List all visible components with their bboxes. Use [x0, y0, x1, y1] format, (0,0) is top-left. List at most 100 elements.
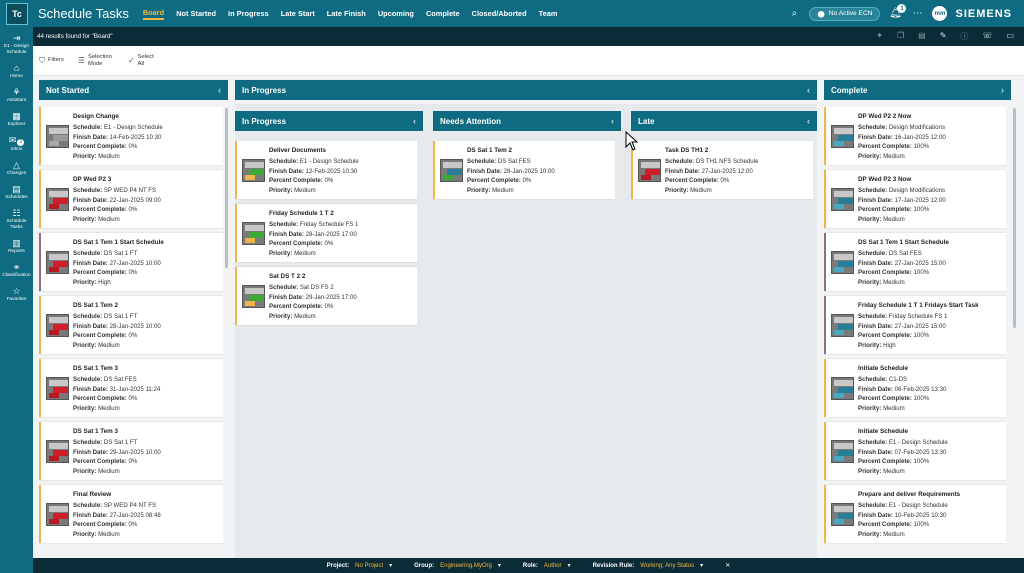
- sidebar-item-explorer[interactable]: ▦ Explorer: [0, 111, 33, 128]
- nav-tab-late-finish[interactable]: Late Finish: [327, 9, 366, 18]
- role-dropdown[interactable]: Author: [544, 563, 562, 569]
- sidebar-item-schedules[interactable]: ▤ Schedules: [0, 184, 33, 201]
- sidebar-item-label: Schedule Tasks: [6, 218, 27, 230]
- column-header-needs-attention[interactable]: Needs Attention ‹: [433, 111, 621, 131]
- task-card[interactable]: DS Sat 1 Tem 1 Start Schedule Schedule: D…: [824, 233, 1006, 291]
- nav-tab-not-started[interactable]: Not Started: [176, 9, 216, 18]
- nav-tab-board[interactable]: Board: [142, 8, 165, 20]
- task-title: DS Sat 1 Tem 3: [73, 365, 119, 372]
- collapse-chevron-left-icon[interactable]: ‹: [807, 85, 810, 95]
- task-card[interactable]: Friday Schedule 1 T 2 Schedule: Friday Sc…: [235, 204, 417, 262]
- task-card[interactable]: Initiate Schedule Schedule: C1-DS Finish D…: [824, 359, 1006, 417]
- task-card[interactable]: DP Wed P2 3 Now Schedule: Design Modifica…: [824, 170, 1006, 228]
- nav-tab-team[interactable]: Team: [539, 9, 558, 18]
- column-header-in-progress[interactable]: In Progress ‹: [235, 111, 423, 131]
- more-options-icon[interactable]: ⋯: [910, 8, 924, 19]
- task-thumbnail-icon: [46, 314, 69, 337]
- task-card[interactable]: Sat DS T 2 2 Schedule: Sat DS FS 2 Finish …: [235, 267, 417, 325]
- task-card[interactable]: DS Sat 1 Tem 2 Schedule: DS Sat FES Finish…: [433, 141, 615, 199]
- ecn-selector[interactable]: ⬤ No Active ECN: [809, 6, 881, 21]
- task-finish-date: Finish Date: 22-Jan-2025 09:00: [73, 196, 219, 206]
- sidebar-item-inbox[interactable]: ✉ 3 Inbox: [0, 135, 33, 153]
- task-finish-date-label: Finish Date:: [73, 448, 108, 456]
- task-card[interactable]: DS Sat 1 Tem 3 Schedule: DS Sat 1 FT Finis…: [39, 422, 223, 480]
- scrollbar-thumb[interactable]: [1013, 108, 1016, 328]
- app-logo[interactable]: Tc: [6, 2, 28, 25]
- task-card[interactable]: DP Wed P2 3 Schedule: SP WED P4 NT FS Fini…: [39, 170, 223, 228]
- task-schedule-label: Schedule:: [467, 158, 497, 165]
- app-title: Schedule Tasks: [38, 6, 129, 21]
- task-title: Friday Schedule 1 T 2: [269, 210, 334, 217]
- task-card[interactable]: Friday Schedule 1 T 1 Fridays Start Task…: [824, 296, 1006, 354]
- collapse-chevron-left-icon[interactable]: ‹: [218, 85, 221, 95]
- column-header-not-started[interactable]: Not Started ‹: [39, 80, 228, 100]
- task-priority-label: Priority:: [269, 249, 293, 257]
- sidebar-item-classification[interactable]: ⚭ Classification: [0, 262, 33, 279]
- task-card[interactable]: Prepare and deliver Requirements Schedule…: [824, 485, 1006, 543]
- selection-mode-button[interactable]: ☰ Selection Mode: [78, 54, 114, 67]
- filters-button[interactable]: ⛉ Filters: [39, 56, 64, 66]
- paste-icon[interactable]: ▤: [918, 31, 926, 42]
- nav-tab-closed-aborted[interactable]: Closed/Aborted: [472, 9, 527, 18]
- task-card[interactable]: Final Review Schedule: SP WED P4 NT FS Fin…: [39, 485, 223, 543]
- panel-toggle-icon[interactable]: ▭: [1006, 31, 1014, 42]
- task-thumbnail-icon: [831, 188, 854, 211]
- task-card[interactable]: DS Sat 1 Tem 1 Start Schedule Schedule: D…: [39, 233, 223, 291]
- column-cards-late: Task DS TH1 2 Schedule: DS TH1 NFS Schedu…: [631, 141, 813, 558]
- column-header-complete[interactable]: Complete ›: [824, 80, 1011, 100]
- chevron-down-icon[interactable]: ▾: [700, 562, 703, 569]
- task-card[interactable]: DP Wed P2 2 Now Schedule: Design Modifica…: [824, 107, 1006, 165]
- task-thumbnail-icon: [46, 440, 69, 463]
- sidebar-item-e1-design-schedule[interactable]: ⇥ E1 - Design Schedule: [0, 33, 33, 56]
- collapse-chevron-left-icon[interactable]: ‹: [413, 116, 416, 126]
- sidebar-item-favorites[interactable]: ☆ Favorites: [0, 286, 33, 303]
- sidebar-item-reports[interactable]: ▥ Reports: [0, 238, 33, 255]
- task-schedule-value: E1 - Design Schedule: [888, 439, 948, 446]
- pin-icon[interactable]: ✦: [876, 31, 883, 42]
- task-priority-value: Medium: [294, 186, 316, 194]
- revision-rule-dropdown[interactable]: Working; Any Status: [640, 563, 694, 569]
- comments-icon[interactable]: ☏: [982, 31, 992, 42]
- column-header-late[interactable]: Late ‹: [631, 111, 817, 131]
- sidebar-item-changes[interactable]: △ Changes: [0, 160, 33, 177]
- expand-chevron-right-icon[interactable]: ›: [1001, 85, 1004, 95]
- chevron-down-icon[interactable]: ▾: [498, 562, 501, 569]
- task-card[interactable]: Design Change Schedule: E1 - Design Sched…: [39, 107, 223, 165]
- task-schedule: Schedule: Design Modifications: [858, 186, 1002, 196]
- task-card[interactable]: DS Sat 1 Tem 3 Schedule: DS Sat FES Finish…: [39, 359, 223, 417]
- sidebar-item-home[interactable]: ⌂ Home: [0, 63, 33, 80]
- scrollbar-thumb[interactable]: [225, 108, 228, 268]
- task-percent-complete: Percent Complete: 0%: [73, 142, 219, 152]
- search-icon[interactable]: ⌕: [787, 8, 801, 19]
- arrow-icon: ⇥: [12, 33, 21, 43]
- task-schedule-value: DS Sat FES: [103, 376, 137, 383]
- info-icon[interactable]: ⓘ: [960, 31, 968, 42]
- chevron-down-icon[interactable]: ▾: [389, 562, 392, 569]
- edit-icon[interactable]: ✎: [940, 31, 947, 42]
- close-icon[interactable]: ✕: [725, 562, 730, 569]
- column-header-in-progress-group[interactable]: In Progress ‹: [235, 80, 817, 100]
- task-card[interactable]: Initiate Schedule Schedule: E1 - Design S…: [824, 422, 1006, 480]
- task-schedule-value: Design Modifications: [888, 124, 946, 131]
- nav-tab-complete[interactable]: Complete: [426, 9, 460, 18]
- nav-tab-in-progress[interactable]: In Progress: [228, 9, 269, 18]
- nav-tab-late-start[interactable]: Late Start: [281, 9, 315, 18]
- task-card[interactable]: DS Sat 1 Tem 2 Schedule: DS Sat 1 FT Finis…: [39, 296, 223, 354]
- group-dropdown[interactable]: Engineering.MyOrg: [440, 563, 492, 569]
- select-all-button[interactable]: ✓ Select All: [128, 54, 156, 67]
- task-finish-date-value: 27-Jan-2025 10:00: [109, 259, 161, 267]
- sidebar-item-assistant[interactable]: ⚘ Assistant: [0, 87, 33, 104]
- collapse-chevron-left-icon[interactable]: ‹: [611, 116, 614, 126]
- sidebar-item-schedule-tasks[interactable]: ☷ Schedule Tasks: [0, 208, 33, 231]
- task-card[interactable]: Task DS TH1 2 Schedule: DS TH1 NFS Schedu…: [631, 141, 813, 199]
- project-dropdown[interactable]: No Project: [355, 563, 383, 569]
- copy-icon[interactable]: ❐: [897, 31, 904, 42]
- nav-tab-upcoming[interactable]: Upcoming: [378, 9, 414, 18]
- schedules-icon: ▤: [12, 183, 21, 194]
- collapse-chevron-left-icon[interactable]: ‹: [807, 116, 810, 126]
- task-card[interactable]: Deliver Documents Schedule: E1 - Design S…: [235, 141, 417, 199]
- notifications-bell-icon[interactable]: 🔔︎ 1: [888, 4, 907, 19]
- chevron-down-icon[interactable]: ▾: [568, 562, 571, 569]
- task-percent-complete: Percent Complete: 100%: [858, 205, 1002, 215]
- user-avatar[interactable]: mm: [932, 6, 948, 21]
